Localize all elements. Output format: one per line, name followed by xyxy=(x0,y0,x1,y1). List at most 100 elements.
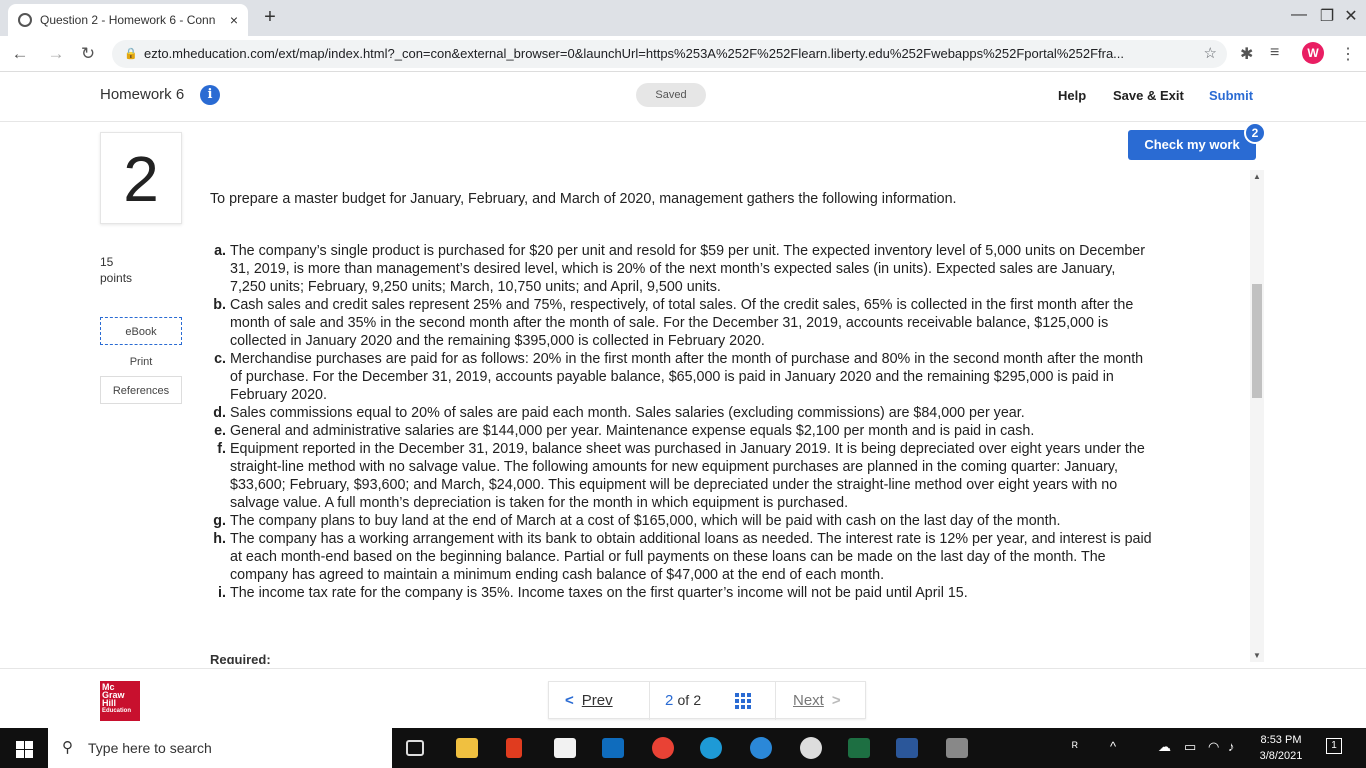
safari-icon[interactable] xyxy=(750,737,772,759)
mcgraw-hill-logo: Mc Graw Hill Education xyxy=(100,681,140,721)
office-icon[interactable] xyxy=(506,738,522,758)
chevron-left-icon: < xyxy=(565,692,574,709)
item-letter: e. xyxy=(214,423,226,439)
question-number: 2 xyxy=(100,132,182,224)
item-letter: g. xyxy=(213,513,226,529)
info-list-item: f. Equipment reported in the December 31,… xyxy=(210,440,1155,512)
onedrive-cloud-icon[interactable]: ☁ xyxy=(1158,739,1171,755)
item-text: The company’s single product is purchase… xyxy=(230,243,1146,295)
task-view-icon[interactable] xyxy=(406,740,424,756)
browser-tab[interactable]: Question 2 - Homework 6 - Conn × xyxy=(8,4,248,36)
scrollbar-thumb[interactable] xyxy=(1252,284,1262,398)
item-text: Cash sales and credit sales represent 25… xyxy=(230,297,1134,349)
ebook-button[interactable]: eBook xyxy=(100,317,182,345)
info-list-item: d. Sales commissions equal to 20% of sale… xyxy=(210,404,1155,422)
reload-icon[interactable]: ↻ xyxy=(78,44,98,64)
item-letter: a. xyxy=(214,243,226,259)
taskbar-search-box[interactable]: ⚲ Type here to search xyxy=(48,728,392,768)
windows-taskbar: ⚲ Type here to search ᴿ ^ ☁ ▭ ◠ ♪ 8:53 P… xyxy=(0,728,1366,768)
info-icon[interactable]: i xyxy=(200,85,220,105)
item-letter: f. xyxy=(217,441,226,457)
battery-icon[interactable]: ▭ xyxy=(1184,739,1196,755)
points-value: 15 xyxy=(100,255,114,269)
windows-start-icon[interactable] xyxy=(0,728,48,768)
clock-time: 8:53 PM xyxy=(1260,734,1302,746)
outlook-icon[interactable] xyxy=(602,738,624,758)
check-my-work-button[interactable]: Check my work xyxy=(1128,130,1256,160)
info-list-item: a. The company’s single product is purcha… xyxy=(210,242,1155,296)
taskbar-clock[interactable]: 8:53 PM 3/8/2021 xyxy=(1256,732,1306,764)
item-text: The income tax rate for the company is 3… xyxy=(230,585,968,601)
item-letter: d. xyxy=(213,405,226,421)
file-explorer-icon[interactable] xyxy=(456,738,478,758)
saved-status-badge: Saved xyxy=(636,83,706,107)
question-intro: To prepare a master budget for January, … xyxy=(210,191,957,207)
item-letter: b. xyxy=(213,297,226,313)
info-list-item: h. The company has a working arrangement … xyxy=(210,530,1155,584)
next-button[interactable]: Next > xyxy=(793,692,841,709)
reading-list-icon[interactable]: ≡ xyxy=(1270,44,1279,62)
more-menu-icon[interactable]: ⋮ xyxy=(1340,44,1356,64)
volume-icon[interactable]: ♪ xyxy=(1228,739,1235,754)
content-scrollbar[interactable]: ▲ ▼ xyxy=(1250,170,1264,662)
close-window-button[interactable]: ✕ xyxy=(1336,6,1366,26)
item-text: Equipment reported in the December 31, 2… xyxy=(230,441,1145,511)
new-tab-button[interactable]: + xyxy=(258,7,282,28)
extensions-puzzle-icon[interactable]: ✱ xyxy=(1240,44,1253,64)
scroll-down-arrow-icon[interactable]: ▼ xyxy=(1253,651,1261,660)
of-label: of xyxy=(677,692,690,708)
divider xyxy=(775,682,776,720)
footer-bar: Mc Graw Hill Education < Prev 2 of 2 Next… xyxy=(0,668,1366,728)
item-text: The company has a working arrangement wi… xyxy=(230,531,1152,583)
calculator-icon[interactable] xyxy=(946,738,968,758)
people-icon[interactable]: ᴿ xyxy=(1072,739,1078,754)
url-text: ezto.mheducation.com/ext/map/index.html?… xyxy=(144,46,1125,61)
item-text: General and administrative salaries are … xyxy=(230,423,1035,439)
question-content: To prepare a master budget for January, … xyxy=(210,190,1155,602)
item-text: Merchandise purchases are paid for as fo… xyxy=(230,351,1144,403)
back-arrow-icon[interactable]: ← xyxy=(10,44,30,64)
question-grid-icon[interactable] xyxy=(735,693,751,709)
check-attempts-badge: 2 xyxy=(1244,122,1266,144)
print-button[interactable]: Print xyxy=(100,348,182,376)
help-link[interactable]: Help xyxy=(1058,88,1086,103)
info-list-item: e. General and administrative salaries ar… xyxy=(210,422,1155,440)
wifi-icon[interactable]: ◠ xyxy=(1208,739,1219,755)
profile-avatar[interactable]: W xyxy=(1302,42,1324,64)
forward-arrow-icon[interactable]: → xyxy=(46,44,66,64)
photos-icon[interactable] xyxy=(800,737,822,759)
points-label: points xyxy=(100,271,133,285)
app-header: Homework 6 i Saved Help Save & Exit Subm… xyxy=(0,72,1366,122)
item-letter: i. xyxy=(218,585,226,601)
address-bar[interactable]: 🔒 ezto.mheducation.com/ext/map/index.htm… xyxy=(112,40,1227,68)
info-list-item: g. The company plans to buy land at the e… xyxy=(210,512,1155,530)
references-button[interactable]: References xyxy=(100,376,182,404)
question-pager: < Prev 2 of 2 Next > xyxy=(548,681,866,720)
scroll-up-arrow-icon[interactable]: ▲ xyxy=(1253,172,1261,181)
required-heading: Required: xyxy=(210,652,271,664)
bookmark-star-icon[interactable]: ☆ xyxy=(1204,40,1217,68)
clock-date: 3/8/2021 xyxy=(1259,750,1303,762)
word-icon[interactable] xyxy=(896,738,918,758)
save-exit-link[interactable]: Save & Exit xyxy=(1113,88,1184,103)
item-letter: c. xyxy=(214,351,226,367)
minimize-button[interactable]: — xyxy=(1284,6,1314,24)
browser-tab-bar: Question 2 - Homework 6 - Conn × + — ❐ ✕ xyxy=(0,0,1366,36)
globe-icon xyxy=(18,13,32,27)
edge-icon[interactable] xyxy=(700,737,722,759)
logo-line: Education xyxy=(102,708,132,714)
close-tab-icon[interactable]: × xyxy=(230,12,238,28)
notification-center-icon[interactable]: 1 xyxy=(1326,738,1342,754)
submit-link[interactable]: Submit xyxy=(1209,88,1253,103)
divider xyxy=(649,682,650,720)
excel-icon[interactable] xyxy=(848,738,870,758)
prev-button[interactable]: < Prev xyxy=(565,692,613,709)
chevron-right-icon: > xyxy=(831,692,841,709)
info-list-item: b. Cash sales and credit sales represent … xyxy=(210,296,1155,350)
chrome-icon[interactable] xyxy=(652,737,674,759)
store-icon[interactable] xyxy=(554,738,576,758)
assignment-title: Homework 6 xyxy=(100,86,185,103)
chevron-up-icon[interactable]: ^ xyxy=(1110,739,1116,754)
item-letter: h. xyxy=(213,531,226,547)
prev-label: Prev xyxy=(581,692,613,709)
